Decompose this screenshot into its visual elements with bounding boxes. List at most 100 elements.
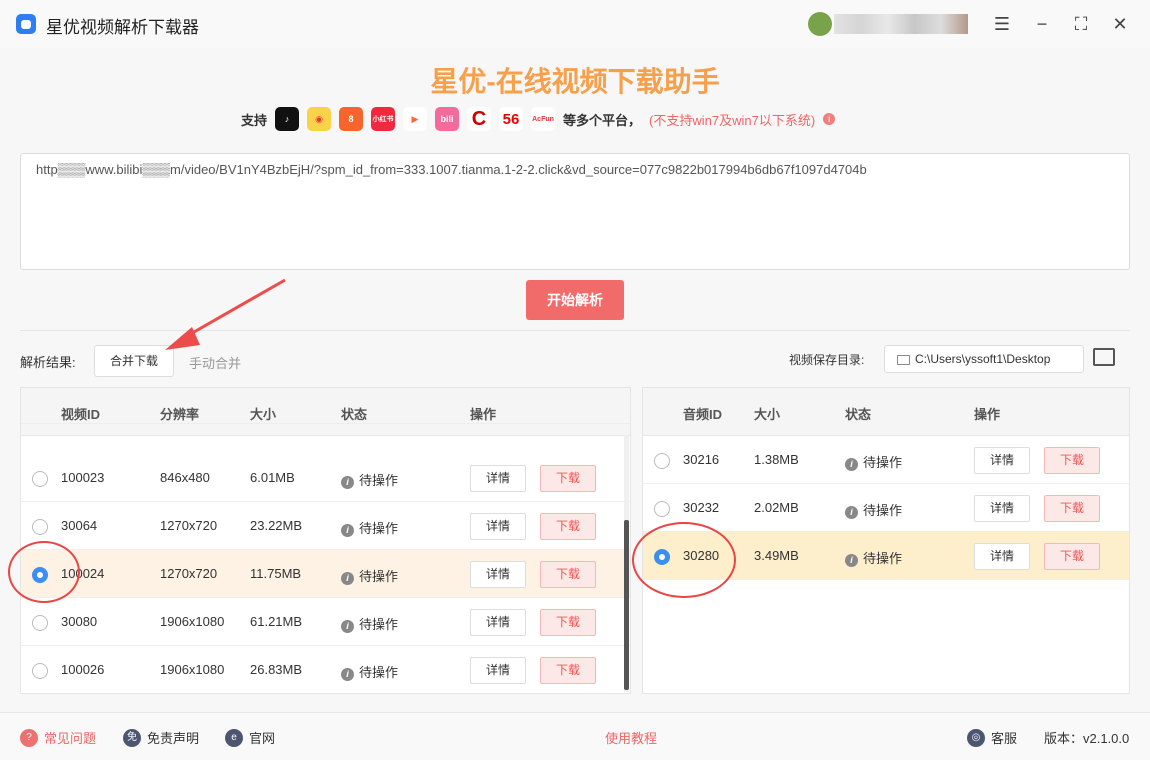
scrollbar-thumb[interactable]: [624, 520, 629, 690]
details-button[interactable]: 详情: [470, 657, 526, 684]
details-button[interactable]: 详情: [470, 561, 526, 588]
table-row[interactable]: 100023 846x480 6.01MB i 待操作 详情 下载: [21, 454, 630, 502]
row-resolution: 1270x720: [160, 518, 218, 533]
close-icon[interactable]: ✕: [1108, 12, 1132, 36]
url-input[interactable]: http▒▒▒www.bilibi▒▒▒m/video/BV1nY4BzbEjH…: [20, 153, 1130, 270]
table-row[interactable]: 100026 1906x1080 26.83MB i 待操作 详情 下载: [21, 646, 630, 693]
download-button[interactable]: 下载: [1044, 495, 1100, 522]
info-icon[interactable]: i: [823, 113, 836, 125]
row-status: i 待操作: [845, 500, 902, 519]
weibo-icon: ◉: [307, 107, 332, 131]
table-row[interactable]: 100024 1270x720 11.75MB i 待操作 详情 下载: [21, 550, 630, 598]
cctv-icon: C: [467, 107, 492, 131]
tencent-video-icon: ▶: [403, 107, 428, 131]
download-button[interactable]: 下载: [540, 609, 596, 636]
download-button[interactable]: 下载: [1044, 447, 1100, 474]
row-resolution: 846x480: [160, 470, 210, 485]
platforms-suffix: 等多个平台，: [563, 112, 642, 128]
row-radio[interactable]: [32, 615, 48, 631]
details-button[interactable]: 详情: [974, 447, 1030, 474]
details-button[interactable]: 详情: [974, 543, 1030, 570]
info-icon: i: [341, 620, 354, 633]
tutorial-link[interactable]: 使用教程: [605, 728, 657, 747]
table-row[interactable]: 30232 2.02MB i 待操作 详情 下载: [643, 484, 1129, 532]
disclaimer-icon: 免: [123, 728, 141, 747]
row-status: i 待操作: [341, 566, 398, 585]
save-dir-input[interactable]: C:\Users\yssoft1\Desktop: [884, 345, 1084, 373]
faq-link[interactable]: ? 常见问题: [20, 728, 96, 747]
row-size: 6.01MB: [250, 470, 295, 485]
system-warning: (不支持win7及win7以下系统): [649, 112, 816, 128]
annotation-circle: [8, 541, 80, 603]
faq-label: 常见问题: [44, 731, 97, 746]
download-button[interactable]: 下载: [1044, 543, 1100, 570]
info-icon: i: [845, 554, 858, 567]
info-icon: i: [845, 506, 858, 519]
save-dir-label: 视频保存目录:: [789, 353, 865, 367]
status-text: 待操作: [359, 569, 399, 584]
acfun-icon: AcFun: [531, 107, 556, 131]
user-name-blurred[interactable]: [834, 14, 968, 34]
supported-platforms: 支持 ♪ ◉ 8 小红书 ▶ bili C 56 AcFun 等多个平台， (不…: [241, 107, 836, 131]
details-button[interactable]: 详情: [470, 513, 526, 540]
header-audio-id: 音频ID: [683, 407, 723, 422]
56-icon: 56: [499, 107, 524, 131]
row-resolution: 1906x1080: [160, 662, 225, 677]
details-button[interactable]: 详情: [470, 609, 526, 636]
video-table: 视频ID 分辨率 大小 状态 操作 100023 846x480 6.01MB i 待操…: [20, 387, 631, 694]
row-radio[interactable]: [654, 453, 670, 469]
douyin-icon: ♪: [275, 107, 300, 131]
app-title: 星优视频解析下载器: [46, 18, 199, 37]
start-parse-button[interactable]: 开始解析: [526, 280, 624, 320]
row-id: 30064: [61, 518, 98, 533]
avatar[interactable]: [808, 12, 832, 36]
row-size: 26.83MB: [250, 662, 303, 677]
app-logo-icon: [16, 14, 36, 34]
xiaohongshu-icon: 小红书: [371, 107, 396, 131]
details-button[interactable]: 详情: [470, 465, 526, 492]
row-radio[interactable]: [654, 501, 670, 517]
row-size: 11.75MB: [250, 566, 302, 581]
info-icon: i: [341, 476, 354, 489]
maximize-icon[interactable]: ⛶: [1069, 12, 1093, 36]
table-row[interactable]: 30064 1270x720 23.22MB i 待操作 详情 下载: [21, 502, 630, 550]
kuaishou-icon: 8: [339, 107, 364, 131]
page-heading: 星优-在线视频下载助手: [430, 66, 720, 97]
minimize-icon[interactable]: −: [1030, 12, 1054, 36]
row-id: 30232: [683, 500, 720, 515]
status-text: 待操作: [863, 455, 903, 470]
table-row[interactable]: 30080 1906x1080 61.21MB i 待操作 详情 下载: [21, 598, 630, 646]
row-radio[interactable]: [32, 663, 48, 679]
browser-icon: e: [225, 728, 243, 747]
settings-icon[interactable]: ☰: [990, 12, 1014, 36]
website-link[interactable]: e 官网: [225, 728, 275, 747]
status-text: 待操作: [359, 473, 399, 488]
download-button[interactable]: 下载: [540, 465, 596, 492]
info-icon: i: [845, 458, 858, 471]
service-label: 客服: [991, 731, 1018, 746]
row-resolution: 1270x720: [160, 566, 218, 581]
row-id: 100026: [61, 662, 105, 677]
status-text: 待操作: [359, 665, 399, 680]
row-radio[interactable]: [32, 471, 48, 487]
download-button[interactable]: 下载: [540, 513, 596, 540]
row-size: 1.38MB: [754, 452, 799, 467]
row-size: 3.49MB: [754, 548, 799, 563]
customer-service-link[interactable]: ◎ 客服: [967, 728, 1017, 747]
disclaimer-label: 免责声明: [147, 731, 200, 746]
row-id: 100023: [61, 470, 105, 485]
row-resolution: 1906x1080: [160, 614, 225, 629]
folder-open-icon[interactable]: [1093, 348, 1115, 366]
results-label: 解析结果:: [20, 355, 76, 370]
annotation-circle: [632, 522, 736, 598]
chat-icon: ◎: [967, 728, 985, 747]
status-text: 待操作: [359, 521, 399, 536]
website-label: 官网: [249, 731, 276, 746]
row-status: i 待操作: [341, 662, 398, 681]
row-radio[interactable]: [32, 519, 48, 535]
download-button[interactable]: 下载: [540, 561, 596, 588]
download-button[interactable]: 下载: [540, 657, 596, 684]
details-button[interactable]: 详情: [974, 495, 1030, 522]
disclaimer-link[interactable]: 免免责声明: [123, 728, 199, 747]
table-row[interactable]: 30216 1.38MB i 待操作 详情 下载: [643, 436, 1129, 484]
